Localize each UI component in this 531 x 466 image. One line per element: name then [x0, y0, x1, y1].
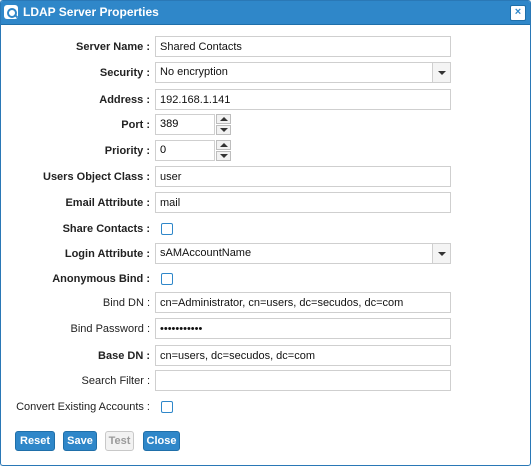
reset-button[interactable]: Reset [15, 431, 55, 451]
address-field[interactable] [155, 89, 451, 110]
anonymous-bind-checkbox[interactable] [161, 273, 173, 285]
bind-dn-field[interactable] [155, 292, 451, 313]
bind-password-label: Bind Password : [70, 323, 150, 335]
security-label: Security : [99, 67, 150, 79]
search-filter-field[interactable] [155, 370, 451, 391]
server-name-label: Server Name : [76, 41, 150, 53]
address-label: Address : [99, 94, 150, 106]
title-bar[interactable]: LDAP Server Properties × [1, 1, 530, 25]
close-button[interactable]: Close [143, 431, 180, 451]
dialog-title: LDAP Server Properties [23, 5, 159, 19]
port-stepper [216, 114, 232, 135]
base-dn-label: Base DN : [98, 350, 150, 362]
save-button[interactable]: Save [63, 431, 97, 451]
port-field[interactable]: 389 [155, 114, 215, 135]
ldap-properties-dialog: LDAP Server Properties × Server Name : S… [0, 0, 531, 466]
test-button[interactable]: Test [105, 431, 134, 451]
priority-decrement-icon[interactable] [216, 151, 231, 161]
server-name-field[interactable] [155, 36, 451, 57]
port-increment-icon[interactable] [216, 114, 231, 124]
anonymous-bind-label: Anonymous Bind : [52, 273, 150, 285]
priority-stepper [216, 140, 232, 161]
convert-existing-label: Convert Existing Accounts : [16, 401, 150, 413]
app-logo-icon [4, 5, 18, 19]
login-attribute-selected-value: sAMAccountName [160, 247, 252, 259]
chevron-down-icon[interactable] [432, 63, 450, 82]
bind-password-field[interactable] [155, 318, 451, 339]
base-dn-field[interactable] [155, 345, 451, 366]
priority-label: Priority : [104, 145, 150, 157]
priority-field[interactable]: 0 [155, 140, 215, 161]
security-select[interactable]: No encryption [155, 62, 451, 83]
users-object-class-field[interactable] [155, 166, 451, 187]
search-filter-label: Search Filter : [81, 375, 150, 387]
priority-increment-icon[interactable] [216, 140, 231, 150]
port-decrement-icon[interactable] [216, 125, 231, 135]
convert-existing-checkbox[interactable] [161, 401, 173, 413]
chevron-down-icon[interactable] [432, 244, 450, 263]
security-selected-value: No encryption [160, 66, 228, 78]
email-attribute-field[interactable] [155, 192, 451, 213]
login-attribute-label: Login Attribute : [64, 248, 150, 260]
email-attribute-label: Email Attribute : [65, 197, 150, 209]
bind-dn-label: Bind DN : [102, 297, 150, 309]
share-contacts-checkbox[interactable] [161, 223, 173, 235]
share-contacts-label: Share Contacts : [62, 223, 150, 235]
close-icon[interactable]: × [510, 5, 526, 21]
login-attribute-select[interactable]: sAMAccountName [155, 243, 451, 264]
port-label: Port : [121, 119, 150, 131]
users-object-class-label: Users Object Class : [43, 171, 150, 183]
